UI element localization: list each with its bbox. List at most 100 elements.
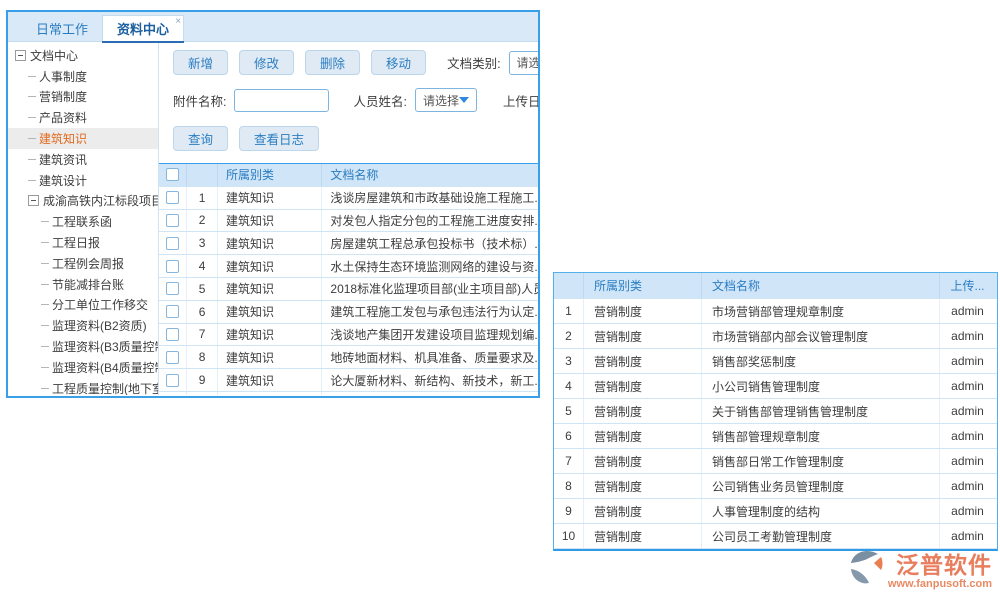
toolbar-row: 新增 修改 删除 移动 文档类别: 请选择 文档	[159, 50, 538, 75]
table-row[interactable]: 8 营销制度 公司销售业务员管理制度 admin	[554, 474, 997, 499]
table-row[interactable]: 9 营销制度 人事管理制度的结构 admin	[554, 499, 997, 524]
row-checkbox[interactable]	[166, 305, 179, 318]
tab-close-icon[interactable]: ×	[175, 17, 181, 27]
row-number: 8	[554, 474, 584, 498]
table-row[interactable]: 1 建筑知识 浅谈房屋建筑和市政基础设施工程施工...	[159, 187, 538, 210]
tree-item[interactable]: 监理资料(B2资质)	[8, 315, 158, 336]
tree-item[interactable]: 建筑资讯	[8, 149, 158, 170]
query-button[interactable]: 查询	[173, 126, 228, 151]
tree-item[interactable]: 工程质量控制(地下室)	[8, 378, 158, 395]
logo-url: www.fanpusoft.com	[888, 578, 992, 590]
row-uploader: admin	[940, 299, 995, 323]
view-log-button[interactable]: 查看日志	[239, 126, 319, 151]
move-button[interactable]: 移动	[371, 50, 426, 75]
table-row[interactable]: 6 营销制度 销售部管理规章制度 admin	[554, 424, 997, 449]
tree-item[interactable]: 分工单位工作移交	[8, 295, 158, 316]
tree-item[interactable]: 工程联系函	[8, 211, 158, 232]
tree-item[interactable]: 建筑知识	[8, 128, 158, 149]
table-row[interactable]: 7 建筑知识 浅谈地产集团开发建设项目监理规划编...	[159, 324, 538, 347]
tree-item-label: 文档中心	[30, 47, 78, 64]
table-row[interactable]: 2 建筑知识 对发包人指定分包的工程施工进度安排...	[159, 210, 538, 233]
tree-item[interactable]: 产品资料	[8, 107, 158, 128]
row-checkbox[interactable]	[166, 214, 179, 227]
row-number: 7	[187, 324, 218, 346]
table-row[interactable]: 5 建筑知识 2018标准化监理项目部(业主项目部)人员...	[159, 278, 538, 301]
tree-collapse-icon[interactable]	[15, 50, 26, 61]
table-row[interactable]: 7 营销制度 销售部日常工作管理制度 admin	[554, 449, 997, 474]
tree-item[interactable]: 建筑设计	[8, 170, 158, 191]
table-row[interactable]: 4 建筑知识 水土保持生态环境监测网络的建设与资...	[159, 255, 538, 278]
tab-daily-work[interactable]: 日常工作	[22, 15, 102, 41]
tree-item-label: 营销制度	[39, 88, 87, 105]
table-row[interactable]: 3 营销制度 销售部奖惩制度 admin	[554, 349, 997, 374]
row-checkbox[interactable]	[166, 351, 179, 364]
row-doc-name: 浅谈地产集团开发建设项目监理规划编...	[322, 324, 538, 346]
row-uploader: admin	[940, 374, 995, 398]
tree-item[interactable]: 营销制度	[8, 87, 158, 108]
table-row[interactable]: 3 建筑知识 房屋建筑工程总承包投标书（技术标）...	[159, 232, 538, 255]
table-row[interactable]: 8 建筑知识 地砖地面材料、机具准备、质量要求及...	[159, 346, 538, 369]
tree-branch-line	[41, 221, 49, 222]
row-doc-name: 公司员工考勤管理制度	[702, 524, 940, 548]
row-checkbox[interactable]	[166, 374, 179, 387]
row-doc-name: 市场营销部内部会议管理制度	[702, 324, 940, 348]
select-all-checkbox[interactable]	[166, 168, 179, 181]
row-category: 营销制度	[584, 499, 702, 523]
table-row[interactable]: 9 建筑知识 论大厦新材料、新结构、新技术，新工...	[159, 369, 538, 392]
tree-branch-line	[28, 96, 36, 97]
doc-category-select[interactable]: 请选择	[509, 51, 538, 75]
row-doc-name: 人事管理制度的结构	[702, 499, 940, 523]
tree-item[interactable]: 文档中心	[8, 45, 158, 66]
edit-button[interactable]: 修改	[239, 50, 294, 75]
tab-data-center-label: 资料中心	[117, 19, 169, 38]
table-row[interactable]: 6 建筑知识 建筑工程施工发包与承包违法行为认定...	[159, 301, 538, 324]
row-category: 营销制度	[584, 474, 702, 498]
row-number: 5	[554, 399, 584, 423]
tree-item[interactable]: 工程日报	[8, 232, 158, 253]
tree-item-label: 工程例会周报	[52, 255, 124, 272]
person-name-select[interactable]: 请选择	[415, 88, 477, 112]
tree-branch-line	[41, 284, 49, 285]
table-row[interactable]: 1 营销制度 市场营销部管理规章制度 admin	[554, 299, 997, 324]
tree-branch-line	[28, 76, 36, 77]
tree-item[interactable]: 成渝高铁内江标段项目	[8, 191, 158, 212]
tree-item[interactable]: 人事制度	[8, 66, 158, 87]
row-number: 1	[187, 187, 218, 209]
row-checkbox[interactable]	[166, 328, 179, 341]
tree-item[interactable]: 工程例会周报	[8, 253, 158, 274]
row-category: 营销制度	[584, 349, 702, 373]
row-uploader: admin	[940, 424, 995, 448]
row-number: 3	[554, 349, 584, 373]
row-checkbox[interactable]	[166, 237, 179, 250]
table-row[interactable]: 5 营销制度 关于销售部管理销售管理制度 admin	[554, 399, 997, 424]
add-button[interactable]: 新增	[173, 50, 228, 75]
row-checkbox[interactable]	[166, 260, 179, 273]
row-number: 9	[187, 369, 218, 391]
row-uploader: admin	[940, 399, 995, 423]
tree-item[interactable]: 监理资料(B3质量控制)	[8, 336, 158, 357]
table-header-row: 所属别类 文档名称	[159, 164, 538, 187]
doc-name-header: 文档名称	[322, 164, 538, 186]
row-doc-name: 2018标准化监理项目部(业主项目部)人员...	[322, 278, 538, 300]
tree-item[interactable]: 节能减排台账	[8, 274, 158, 295]
marketing-documents-table: 所属别类 文档名称 上传... 1 营销制度 市场营销部管理规章制度 admin…	[553, 272, 998, 551]
row-checkbox[interactable]	[166, 191, 179, 204]
tree-item-label: 监理资料(B3质量控制)	[52, 338, 159, 355]
table-row[interactable]: 2 营销制度 市场营销部内部会议管理制度 admin	[554, 324, 997, 349]
chevron-down-icon	[459, 97, 469, 103]
tree-collapse-icon[interactable]	[28, 195, 39, 206]
upload-date-label: 上传日期	[503, 91, 538, 110]
delete-button[interactable]: 删除	[305, 50, 360, 75]
attachment-name-input[interactable]	[234, 89, 329, 112]
table-row[interactable]: 4 营销制度 小公司销售管理制度 admin	[554, 374, 997, 399]
tree-item-label: 监理资料(B4质量控制)	[52, 359, 159, 376]
table-row[interactable]: 10 建筑知识 大厦地下室加气砼墙砌筑工程的施工方...	[159, 392, 538, 395]
filter-row: 附件名称: 人员姓名: 请选择 上传日期	[159, 88, 538, 112]
row-checkbox[interactable]	[166, 282, 179, 295]
tree-branch-line	[41, 388, 49, 389]
tab-data-center[interactable]: 资料中心 ×	[102, 15, 184, 41]
row-number: 7	[554, 449, 584, 473]
row-doc-name: 水土保持生态环境监测网络的建设与资...	[322, 255, 538, 277]
tree-item-label: 建筑资讯	[39, 151, 87, 168]
tree-item[interactable]: 监理资料(B4质量控制)	[8, 357, 158, 378]
